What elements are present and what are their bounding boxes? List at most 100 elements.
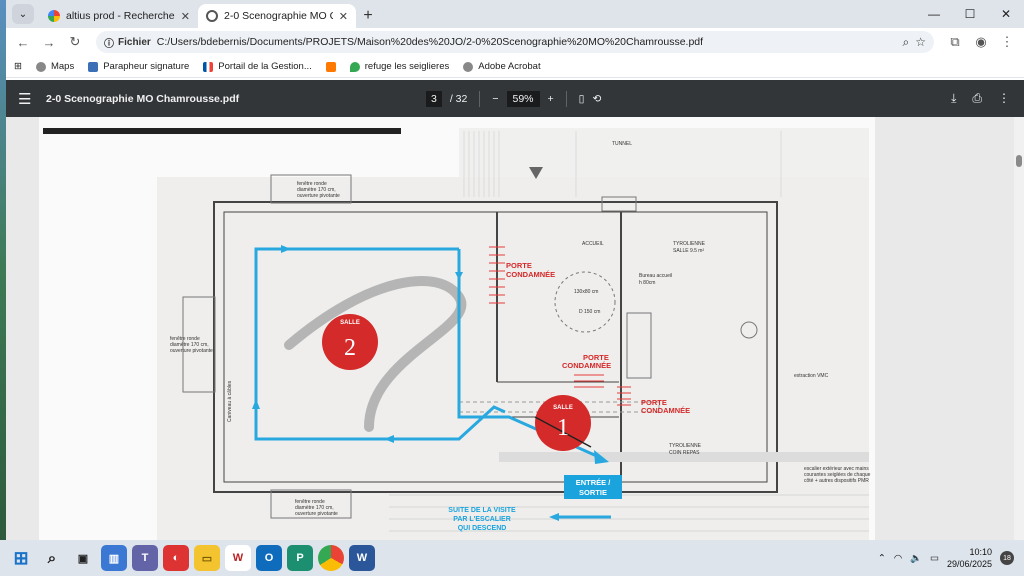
pdf-viewer[interactable]: SALLE 2 SALLE 1 PORTE CONDAMNÉE PORTE CO… xyxy=(6,117,1024,540)
windows-start-icon[interactable]: ⊞ xyxy=(8,545,34,571)
globe-icon xyxy=(35,61,46,72)
system-tray: ⌃ ◠ 🔈 ▭ 10:10 29/06/2025 18 xyxy=(878,546,1014,570)
svg-text:SUITE DE LA VISITE: SUITE DE LA VISITE xyxy=(448,507,516,514)
divider xyxy=(565,90,567,107)
menu-dots-icon[interactable]: ⋮ xyxy=(996,31,1018,53)
svg-text:SORTIE: SORTIE xyxy=(579,488,607,497)
divider xyxy=(479,90,481,107)
reload-button[interactable]: ↻ xyxy=(64,31,86,53)
scrollbar-thumb[interactable] xyxy=(1016,155,1022,167)
svg-text:QUI DESCEND: QUI DESCEND xyxy=(458,525,507,532)
bookmarks-bar: ⊞ Maps Parapheur signature Portail de la… xyxy=(6,56,1024,78)
svg-text:Caniveau à câbles: Caniveau à câbles xyxy=(227,380,233,422)
tab-search-button[interactable]: ⌄ xyxy=(12,4,34,24)
tab-pdf[interactable]: 2-0 Scenographie MO Chamrousse ✕ xyxy=(198,4,356,28)
extensions-icon[interactable]: ⧉ xyxy=(944,31,966,53)
print-icon[interactable]: ⎙ xyxy=(972,91,982,106)
file-icon: ⓘ xyxy=(104,38,114,50)
profile-icon[interactable]: ◉ xyxy=(970,31,992,53)
globe-icon xyxy=(463,61,474,72)
tab-google[interactable]: altius prod - Recherche Google ✕ xyxy=(40,4,198,28)
taskbar-apps: ⊞ ⌕ ▣ ▥ T ◐ ▭ W O P W xyxy=(8,545,375,571)
search-icon[interactable]: ⌕ xyxy=(39,545,65,571)
page-number-input[interactable]: 3 xyxy=(426,90,442,107)
chevron-down-icon: ⌄ xyxy=(18,8,28,20)
site-info-chip[interactable]: ⓘ Fichier xyxy=(104,35,151,50)
minimize-icon[interactable]: — xyxy=(916,0,952,28)
flag-icon xyxy=(203,61,214,72)
bookmark-portail[interactable]: Portail de la Gestion... xyxy=(203,61,312,72)
hamburger-menu-icon[interactable]: ☰ xyxy=(18,90,36,108)
svg-text:Bureau accueil: Bureau accueil xyxy=(639,273,672,279)
plan-scan-area xyxy=(157,177,869,540)
zoom-out-button[interactable]: − xyxy=(492,93,498,105)
forward-button[interactable]: → xyxy=(38,31,60,53)
svg-text:SALLE: SALLE xyxy=(340,320,360,326)
pdf-app-icon[interactable]: P xyxy=(287,545,313,571)
browser-toolbar: ← → ↻ ⓘ Fichier C:/Users/bdebernis/Docum… xyxy=(6,28,1024,56)
svg-text:ouverture pivotante: ouverture pivotante xyxy=(170,348,213,354)
bookmark-refuge[interactable]: refuge les seiglieres xyxy=(349,61,449,72)
close-tab-icon[interactable]: ✕ xyxy=(339,10,348,23)
notification-badge[interactable]: 18 xyxy=(1000,551,1014,565)
zoom-input[interactable]: 59% xyxy=(506,90,540,107)
maximize-icon[interactable]: ☐ xyxy=(952,0,988,28)
svg-text:ouverture pivotante: ouverture pivotante xyxy=(297,193,340,199)
zoom-in-button[interactable]: + xyxy=(548,93,554,105)
download-icon[interactable]: ⤓ xyxy=(951,91,956,106)
bookmark-maps[interactable]: Maps xyxy=(35,61,74,72)
task-view-icon[interactable]: ▣ xyxy=(70,545,96,571)
windows-taskbar: ⊞ ⌕ ▣ ▥ T ◐ ▭ W O P W ⌃ ◠ 🔈 ▭ 10:10 29/0… xyxy=(0,540,1024,576)
page-controls: 3 / 32 − 59% + ▯ ⟲ xyxy=(426,90,601,107)
svg-text:1: 1 xyxy=(557,415,569,441)
svg-text:TYROLIENNE: TYROLIENNE xyxy=(673,241,706,247)
rotate-icon[interactable]: ⟲ xyxy=(592,93,601,105)
pen-icon xyxy=(88,61,99,72)
close-icon[interactable]: ✕ xyxy=(988,0,1024,28)
svg-text:D 150 cm: D 150 cm xyxy=(579,309,600,315)
pdf-scrollbar[interactable] xyxy=(1014,117,1024,540)
outlook-icon[interactable]: O xyxy=(256,545,282,571)
back-button[interactable]: ← xyxy=(12,31,34,53)
new-tab-button[interactable]: + xyxy=(356,4,380,28)
window-controls: — ☐ ✕ xyxy=(916,0,1024,28)
wifi-icon[interactable]: ◠ xyxy=(894,553,902,564)
header-bar xyxy=(43,128,401,134)
address-bar[interactable]: ⓘ Fichier C:/Users/bdebernis/Documents/P… xyxy=(96,31,934,53)
chevron-up-icon[interactable]: ⌃ xyxy=(878,553,886,564)
tab-strip: ⌄ altius prod - Recherche Google ✕ 2-0 S… xyxy=(6,0,1024,28)
page-total: / 32 xyxy=(449,92,468,105)
wiki-icon[interactable]: W xyxy=(225,545,251,571)
bookmark-acrobat[interactable]: Adobe Acrobat xyxy=(463,61,541,72)
svg-text:PORTE: PORTE xyxy=(506,261,532,270)
pdf-toolbar: ☰ 2-0 Scenographie MO Chamrousse.pdf 3 /… xyxy=(6,80,1024,117)
bookmark-star-icon[interactable]: ☆ xyxy=(915,35,926,49)
vpn-icon[interactable]: ◐ xyxy=(163,545,189,571)
zoom-lens-icon[interactable]: ⌕ xyxy=(903,35,910,50)
google-icon xyxy=(48,10,60,22)
bookmark-orange[interactable] xyxy=(325,61,336,72)
fit-page-icon[interactable]: ▯ xyxy=(579,93,585,105)
url-text: C:/Users/bdebernis/Documents/PROJETS/Mai… xyxy=(156,36,704,48)
svg-text:TYROLIENNE: TYROLIENNE xyxy=(669,443,702,449)
file-explorer-icon[interactable]: ▭ xyxy=(194,545,220,571)
orange-icon xyxy=(325,61,336,72)
close-tab-icon[interactable]: ✕ xyxy=(181,10,190,23)
pdf-actions: ⤓ ⎙ ⋮ xyxy=(951,91,1010,106)
apps-icon[interactable]: ⊞ xyxy=(14,61,22,72)
chrome-icon[interactable] xyxy=(318,545,344,571)
pdf-page: SALLE 2 SALLE 1 PORTE CONDAMNÉE PORTE CO… xyxy=(39,117,875,540)
battery-icon[interactable]: ▭ xyxy=(930,553,939,564)
widgets-icon[interactable]: ▥ xyxy=(101,545,127,571)
tab-title: 2-0 Scenographie MO Chamrousse xyxy=(224,10,333,22)
floor-plan: SALLE 2 SALLE 1 PORTE CONDAMNÉE PORTE CO… xyxy=(39,117,875,540)
svg-text:2: 2 xyxy=(344,335,356,361)
speaker-icon[interactable]: 🔈 xyxy=(910,553,922,564)
clock[interactable]: 10:10 29/06/2025 xyxy=(947,546,992,570)
teams-icon[interactable]: T xyxy=(132,545,158,571)
word-icon[interactable]: W xyxy=(349,545,375,571)
more-options-icon[interactable]: ⋮ xyxy=(998,91,1010,106)
browser-window: ⌄ altius prod - Recherche Google ✕ 2-0 S… xyxy=(6,0,1024,540)
svg-text:TUNNEL: TUNNEL xyxy=(612,141,632,147)
bookmark-parapheur[interactable]: Parapheur signature xyxy=(88,61,189,72)
